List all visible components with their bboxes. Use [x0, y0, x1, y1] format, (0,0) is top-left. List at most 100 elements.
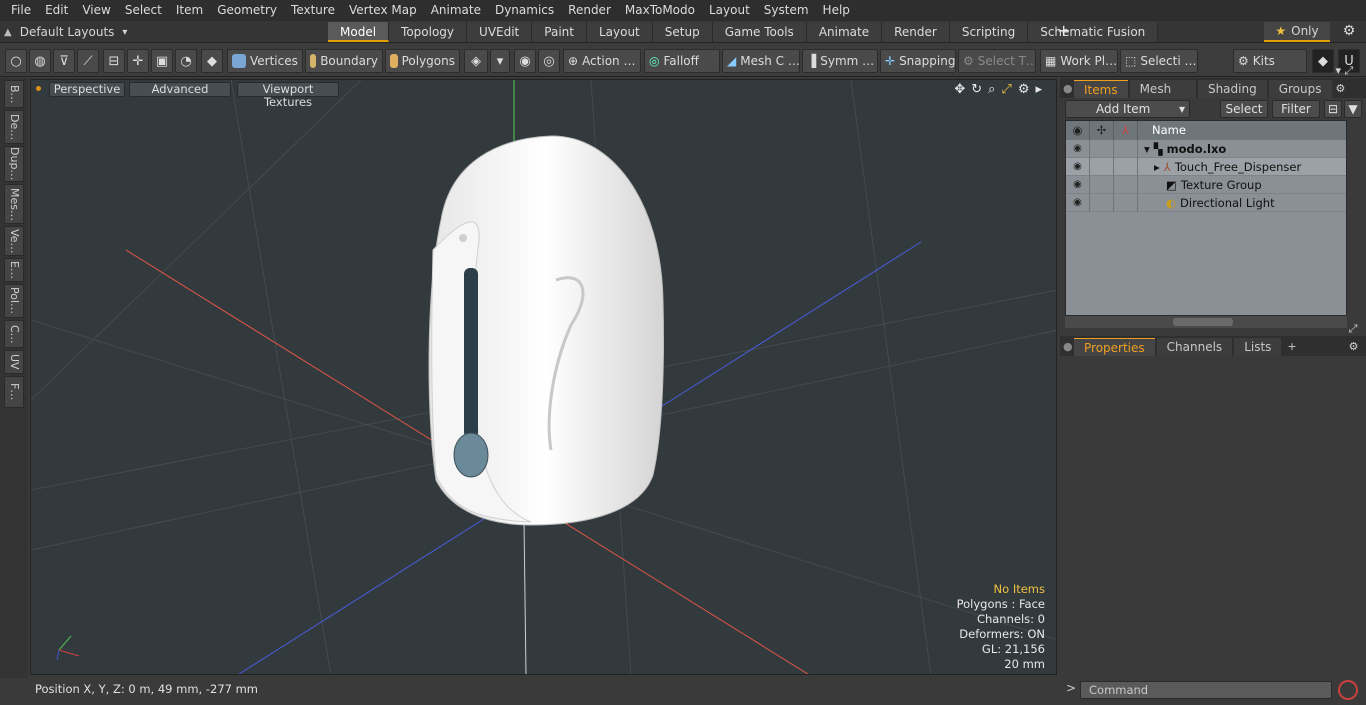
- left-tab-fusion[interactable]: F…: [4, 376, 24, 408]
- menu-render[interactable]: Render: [561, 0, 618, 21]
- name-column-header[interactable]: Name: [1138, 121, 1186, 140]
- menu-layout[interactable]: Layout: [702, 0, 757, 21]
- tab-paint[interactable]: Paint: [532, 22, 587, 42]
- menu-texture[interactable]: Texture: [284, 0, 342, 21]
- viewport-gear-icon[interactable]: ⚙: [1018, 82, 1030, 97]
- vertices-button[interactable]: Vertices: [227, 49, 303, 73]
- tab-mesh-ops[interactable]: Mesh …: [1129, 80, 1196, 114]
- viewport-arrow-icon[interactable]: ▸: [1035, 82, 1042, 97]
- perspective-button[interactable]: Perspective: [49, 82, 125, 97]
- menu-animate[interactable]: Animate: [424, 0, 488, 21]
- falloff-button[interactable]: ◎ Falloff: [644, 49, 720, 73]
- funnel-icon[interactable]: ▼: [1344, 100, 1362, 118]
- lasso-icon[interactable]: ⊽: [53, 49, 75, 73]
- only-button[interactable]: ★ Only: [1264, 22, 1330, 42]
- globe-icon[interactable]: ◍: [29, 49, 51, 73]
- scrollbar-thumb[interactable]: [1173, 318, 1233, 326]
- left-tab-vertex[interactable]: Ve…: [4, 226, 24, 256]
- zoom-icon[interactable]: ⌕: [988, 82, 995, 97]
- tab-layout[interactable]: Layout: [586, 22, 653, 42]
- item-mode-icon[interactable]: ◆: [201, 49, 223, 73]
- select-through-button[interactable]: ⚙ Select T…: [958, 49, 1036, 73]
- left-tab-deform[interactable]: De…: [4, 110, 24, 144]
- left-tab-polygon[interactable]: Pol…: [4, 284, 24, 318]
- item-list-scrollbar[interactable]: [1065, 316, 1347, 328]
- left-tab-basic[interactable]: B…: [4, 80, 24, 108]
- tab-lists[interactable]: Lists: [1234, 338, 1282, 356]
- maximize-icon[interactable]: ⤢: [1001, 82, 1011, 97]
- tab-shading[interactable]: Shading: [1197, 80, 1267, 98]
- eye-icon[interactable]: ◉: [1066, 157, 1090, 176]
- menu-dynamics[interactable]: Dynamics: [488, 0, 561, 21]
- add-item-button[interactable]: Add Item ▾: [1065, 100, 1190, 118]
- tab-game-tools[interactable]: Game Tools: [712, 22, 807, 42]
- gear-icon[interactable]: ⚙: [1338, 23, 1360, 41]
- polygons-button[interactable]: Polygons: [385, 49, 460, 73]
- tab-animate[interactable]: Animate: [806, 22, 883, 42]
- action-button[interactable]: ⊕ Action …: [563, 49, 641, 73]
- left-tab-curve[interactable]: C…: [4, 320, 24, 348]
- menu-system[interactable]: System: [757, 0, 816, 21]
- pan-icon[interactable]: ✥: [954, 82, 965, 97]
- add-tab-button[interactable]: +: [1057, 22, 1070, 40]
- collapse-icon[interactable]: ⊟: [1324, 100, 1342, 118]
- boundary-button[interactable]: Boundary: [305, 49, 383, 73]
- menu-help[interactable]: Help: [816, 0, 857, 21]
- filter-button[interactable]: Filter: [1272, 100, 1320, 118]
- eye-icon[interactable]: ◉: [1066, 193, 1090, 212]
- symmetry-shield-icon[interactable]: ◉: [514, 49, 536, 73]
- eye-icon[interactable]: ◉: [1066, 139, 1090, 158]
- menu-maxtomodo[interactable]: MaxToModo: [618, 0, 702, 21]
- list-item[interactable]: ◉ ◐ Directional Light: [1066, 193, 1346, 212]
- brush-icon[interactable]: ⟋: [77, 49, 99, 73]
- scale-icon[interactable]: ▣: [151, 49, 173, 73]
- menu-select[interactable]: Select: [118, 0, 169, 21]
- snap-shield-icon[interactable]: ◎: [538, 49, 560, 73]
- add-panel-tab-button[interactable]: +: [1281, 338, 1296, 356]
- tab-schematic-fusion[interactable]: Schematic Fusion: [1028, 22, 1159, 42]
- panel-menu-icon[interactable]: ▾ ⤢ ⚙: [1336, 62, 1366, 98]
- move-icon[interactable]: ✛: [127, 49, 149, 73]
- record-icon[interactable]: [1338, 680, 1358, 700]
- command-input[interactable]: Command: [1080, 681, 1332, 699]
- menu-file[interactable]: File: [4, 0, 38, 21]
- list-item[interactable]: ◉ ◩ Texture Group: [1066, 175, 1346, 194]
- left-tab-edge[interactable]: E…: [4, 258, 24, 282]
- dropdown-icon[interactable]: ▾: [490, 49, 510, 73]
- expand-arrow-icon[interactable]: ▸: [1154, 160, 1160, 174]
- align-icon[interactable]: ⊟: [103, 49, 125, 73]
- tab-uvedit[interactable]: UVEdit: [467, 22, 533, 42]
- circle-select-icon[interactable]: ○: [5, 49, 27, 73]
- panel-menu-icon[interactable]: ⤢ ⚙: [1349, 320, 1366, 356]
- menu-edit[interactable]: Edit: [38, 0, 75, 21]
- menu-vertex-map[interactable]: Vertex Map: [342, 0, 424, 21]
- tab-render[interactable]: Render: [882, 22, 950, 42]
- left-tab-duplicate[interactable]: Dup…: [4, 146, 24, 182]
- left-tab-uv[interactable]: UV: [4, 350, 24, 374]
- tab-channels[interactable]: Channels: [1156, 338, 1233, 356]
- tab-topology[interactable]: Topology: [389, 22, 468, 42]
- list-item[interactable]: ◉ ▾ ▚ modo.lxo: [1066, 139, 1346, 158]
- symmetry-button[interactable]: ▐ Symm …: [802, 49, 878, 73]
- tab-scripting[interactable]: Scripting: [949, 22, 1029, 42]
- menu-view[interactable]: View: [75, 0, 117, 21]
- selection-sets-button[interactable]: ⬚ Selecti …: [1120, 49, 1198, 73]
- menu-item[interactable]: Item: [169, 0, 210, 21]
- tab-model[interactable]: Model: [328, 22, 390, 42]
- unity-icon[interactable]: ◆: [1312, 49, 1334, 73]
- menu-geometry[interactable]: Geometry: [210, 0, 284, 21]
- tab-groups[interactable]: Groups: [1268, 80, 1332, 98]
- advanced-button[interactable]: Advanced: [129, 82, 231, 97]
- work-plane-button[interactable]: ▦ Work Pl…: [1040, 49, 1118, 73]
- tab-items[interactable]: Items: [1074, 80, 1128, 98]
- tab-setup[interactable]: Setup: [652, 22, 713, 42]
- material-icon[interactable]: ◈: [464, 49, 488, 73]
- list-item[interactable]: ◉ ▸ ⅄ Touch_Free_Dispenser: [1066, 157, 1346, 176]
- eye-icon[interactable]: ◉: [1066, 175, 1090, 194]
- tab-properties[interactable]: Properties: [1074, 338, 1155, 356]
- orbit-icon[interactable]: ↻: [971, 82, 982, 97]
- expand-arrow-icon[interactable]: ▾: [1144, 142, 1150, 156]
- kits-button[interactable]: ⚙ Kits: [1233, 49, 1307, 73]
- layout-selector[interactable]: ▲ Default Layouts ▾: [4, 23, 127, 41]
- 3d-viewport[interactable]: Perspective Advanced Viewport Textures ✥…: [30, 79, 1057, 675]
